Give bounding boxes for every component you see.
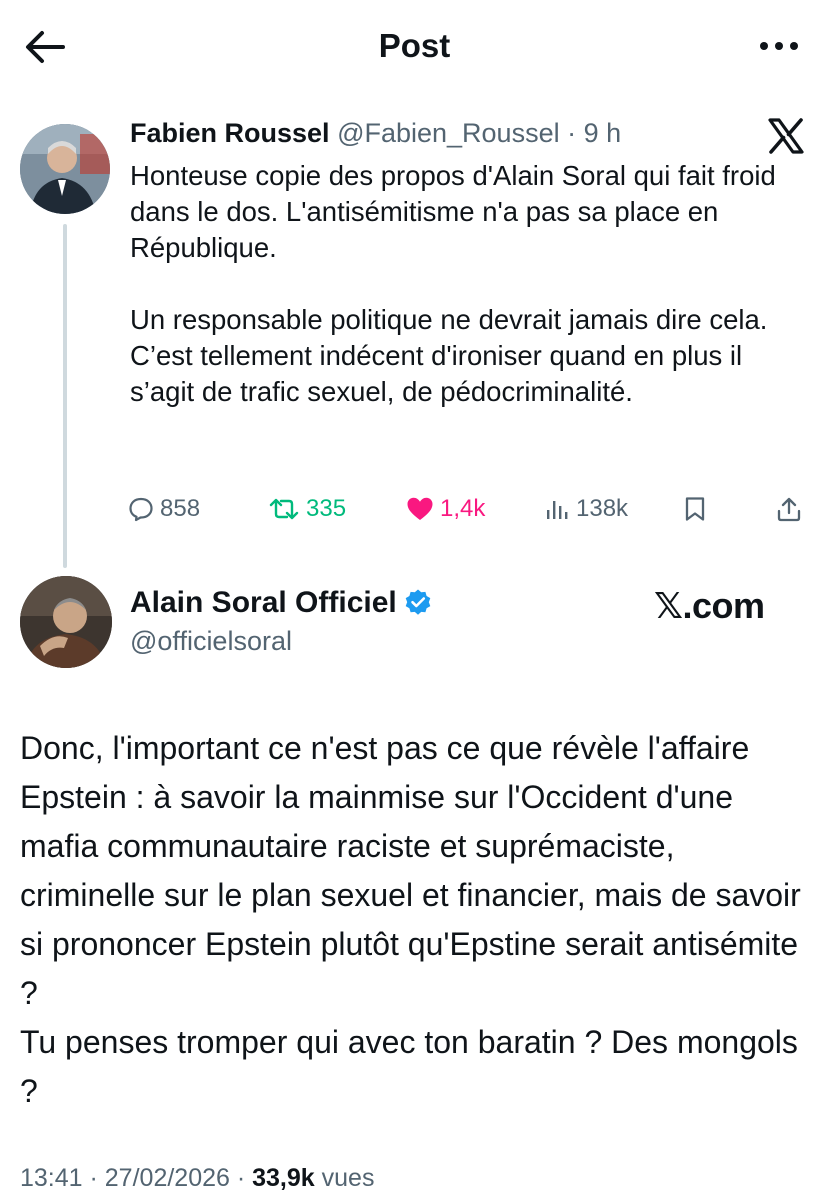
reply-count: 858 [160,495,201,522]
views-icon [547,501,568,519]
x-logo-icon [766,116,806,156]
tweet-paragraph: Un responsable politique ne devrait jama… [130,304,768,407]
like-count: 1,4k [440,495,486,522]
tweet-time[interactable]: 9 h [584,118,622,148]
meta-separator: · [559,118,584,148]
thread-line [63,224,67,568]
tweet-footer: 13:41 · 27/02/2026 · 33,9k vues [20,1164,375,1192]
views-button[interactable]: 138k [546,492,628,526]
quoted-tweet-header: Fabien Roussel @Fabien_Roussel · 9 h [130,116,621,150]
author-name-text: Alain Soral Officiel [130,586,397,619]
tweet-time[interactable]: 13:41 [20,1164,83,1192]
x-com-watermark: 𝕏.com [654,585,765,626]
retweet-icon [269,498,299,520]
views-label: vues [321,1164,375,1192]
more-button[interactable] [757,26,801,66]
reply-icon [129,497,153,522]
tweet-date[interactable]: 27/02/2026 [105,1164,230,1192]
verified-badge-icon [405,589,431,615]
heart-icon [407,497,433,520]
views-count: 33,9k [252,1164,315,1192]
retweet-count: 335 [306,495,347,522]
reply-button[interactable]: 858 [128,492,200,526]
author-name[interactable]: Alain Soral Officiel [130,584,433,622]
main-tweet-text: Donc, l'important ce n'est pas ce que ré… [20,724,810,1116]
tweet-paragraph: Honteuse copie des propos d'Alain Soral … [130,160,776,263]
bookmark-button[interactable] [684,492,712,526]
tweet-paragraph: Donc, l'important ce n'est pas ce que ré… [20,730,801,1011]
avatar[interactable] [20,576,112,668]
more-horizontal-icon [760,42,798,50]
author-handle[interactable]: @officielsoral [130,624,292,658]
tweet-paragraph: Tu penses tromper qui avec ton baratin ?… [20,1024,798,1109]
views-count: 138k [576,495,629,522]
avatar[interactable] [20,124,110,214]
quoted-tweet-text: Honteuse copie des propos d'Alain Soral … [130,158,810,410]
share-button[interactable] [776,492,808,526]
author-name[interactable]: Fabien Roussel [130,118,330,148]
bookmark-icon [685,497,705,521]
author-handle[interactable]: @Fabien_Roussel [337,118,560,148]
page-title: Post [378,27,451,64]
share-icon [777,497,801,522]
retweet-button[interactable]: 335 [268,492,346,526]
like-button[interactable]: 1,4k [406,492,485,526]
